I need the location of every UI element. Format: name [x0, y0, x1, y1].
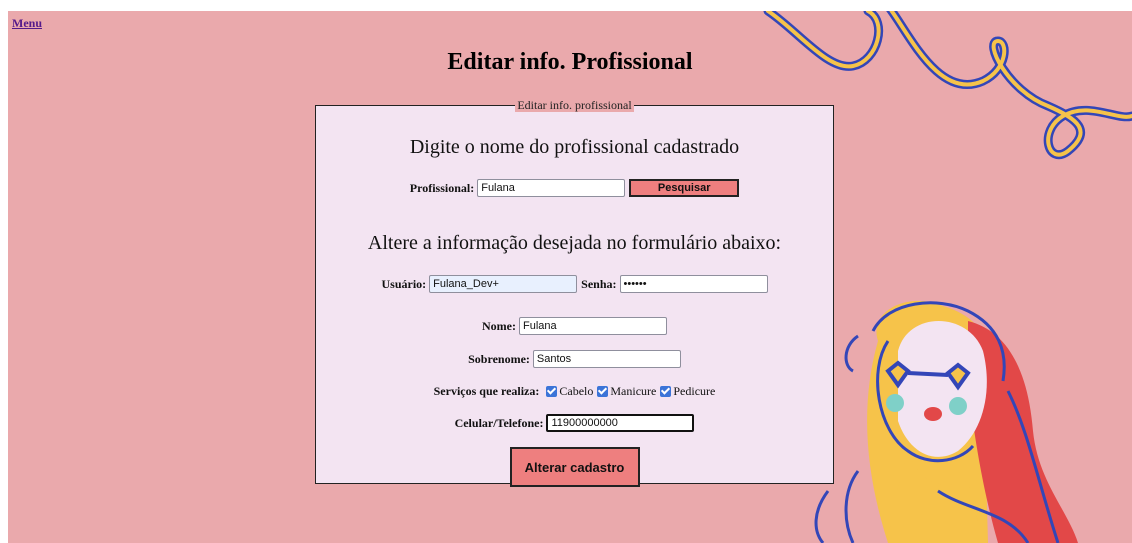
telefone-label: Celular/Telefone:: [454, 415, 544, 430]
search-button[interactable]: Pesquisar: [629, 179, 740, 197]
credentials-row: Usuário: Senha:: [316, 275, 833, 293]
telefone-input[interactable]: [546, 414, 695, 432]
search-heading: Digite o nome do profissional cadastrado: [409, 136, 740, 158]
cabelo-checkbox[interactable]: [546, 386, 558, 397]
search-row: Profissional: Pesquisar: [316, 179, 833, 197]
sobrenome-input[interactable]: [532, 350, 681, 368]
page-background: Menu Editar info. Profissional Editar in…: [8, 11, 1132, 543]
pedicure-label: Pedicure: [673, 384, 716, 398]
submit-row: Alterar cadastro: [316, 447, 833, 487]
profissional-input[interactable]: [477, 179, 626, 197]
pedicure-checkbox[interactable]: [660, 386, 672, 397]
servicos-row: Serviços que realiza: Cabelo Manicure Pe…: [316, 384, 833, 399]
nome-input[interactable]: [518, 317, 667, 335]
woman-illustration: [814, 300, 1078, 543]
alterar-cadastro-button[interactable]: Alterar cadastro: [509, 447, 640, 487]
senha-input[interactable]: [619, 275, 768, 293]
menu-link[interactable]: Menu: [12, 16, 42, 31]
edit-professional-fieldset: Editar info. profissional Digite o nome …: [315, 98, 834, 487]
usuario-input[interactable]: [429, 275, 578, 293]
profissional-label: Profissional:: [409, 180, 475, 195]
servicos-label: Serviços que realiza:: [433, 384, 540, 398]
manicure-label: Manicure: [610, 384, 657, 398]
nome-row: Nome:: [316, 317, 833, 335]
sobrenome-row: Sobrenome:: [316, 350, 833, 368]
page-title: Editar info. Profissional: [447, 49, 693, 75]
telefone-row: Celular/Telefone:: [316, 414, 833, 432]
cabelo-label: Cabelo: [559, 384, 594, 398]
nome-label: Nome:: [482, 318, 516, 333]
fieldset-legend: Editar info. profissional: [515, 98, 634, 112]
usuario-label: Usuário:: [381, 276, 427, 291]
edit-heading: Altere a informação desejada no formulár…: [367, 232, 782, 254]
sobrenome-label: Sobrenome:: [468, 351, 530, 366]
senha-label: Senha:: [581, 276, 617, 291]
manicure-checkbox[interactable]: [597, 386, 609, 397]
